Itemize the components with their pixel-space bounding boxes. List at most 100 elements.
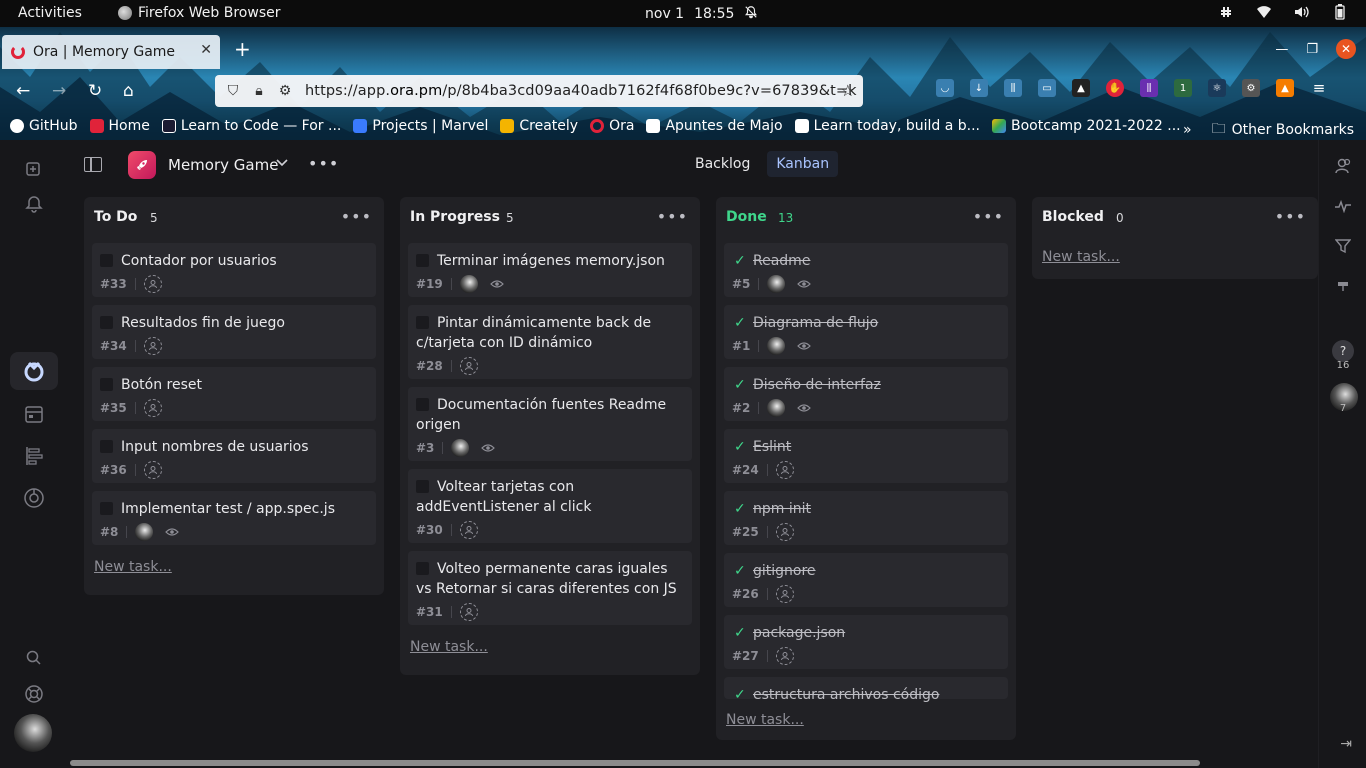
assign-user-icon[interactable] xyxy=(459,357,478,375)
bookmark-bootcamp[interactable]: Bootcamp 2021-2022 ... xyxy=(992,118,1181,134)
task-card[interactable]: Voltear tarjetas con addEventListener al… xyxy=(408,469,692,543)
assign-user-icon[interactable] xyxy=(143,461,162,479)
task-card[interactable]: ✓ estructura archivos código xyxy=(724,677,1008,703)
ublock-icon[interactable]: ✋ xyxy=(1106,79,1124,97)
new-task-link[interactable]: New task... xyxy=(94,559,172,575)
column-more-icon[interactable]: ••• xyxy=(657,207,688,226)
assign-user-icon[interactable] xyxy=(143,399,162,417)
task-card[interactable]: ✓ Readme #5 xyxy=(724,243,1008,297)
reader-icon[interactable]: ▭ xyxy=(1038,79,1056,97)
unassigned-users-icon[interactable]: ? xyxy=(1332,340,1354,362)
bookmark-apuntes[interactable]: Apuntes de Majo xyxy=(646,118,783,134)
pocket-icon[interactable]: ◡ xyxy=(936,79,954,97)
calendar-icon[interactable] xyxy=(22,402,46,426)
back-arrow-icon[interactable]: ← xyxy=(16,81,30,101)
bookmark-home[interactable]: Home xyxy=(89,118,150,134)
extension-orange-icon[interactable]: ▲ xyxy=(1276,79,1294,97)
task-card[interactable]: Volteo permanente caras iguales vs Retor… xyxy=(408,551,692,625)
assign-user-icon[interactable] xyxy=(143,275,162,293)
volume-icon[interactable] xyxy=(1294,4,1310,20)
assign-user-icon[interactable] xyxy=(143,337,162,355)
menu-icon[interactable]: ≡ xyxy=(1310,79,1328,97)
rocket-icon[interactable] xyxy=(128,151,156,179)
user-avatar[interactable] xyxy=(14,714,52,752)
task-card[interactable]: Terminar imágenes memory.json #19 xyxy=(408,243,692,297)
watch-eye-icon[interactable] xyxy=(489,279,504,289)
task-card[interactable]: ✓ gitignore #26 xyxy=(724,553,1008,607)
reports-icon[interactable] xyxy=(22,486,46,510)
clock[interactable]: nov 1 18:55 xyxy=(645,5,758,23)
assign-user-icon[interactable] xyxy=(775,647,794,665)
wifi-icon[interactable] xyxy=(1256,4,1272,20)
new-tab-button[interactable]: + xyxy=(234,37,251,61)
extension-badge-icon[interactable]: 1 xyxy=(1174,79,1192,97)
tab-kanban[interactable]: Kanban xyxy=(767,151,839,177)
watch-eye-icon[interactable] xyxy=(797,403,812,413)
library-icon[interactable]: ⫼ xyxy=(1004,79,1022,97)
task-card[interactable]: Resultados fin de juego #34 xyxy=(92,305,376,359)
assign-user-icon[interactable] xyxy=(775,523,794,541)
other-bookmarks[interactable]: » 🗀︎ Other Bookmarks xyxy=(1183,118,1354,140)
task-card[interactable]: ✓ npm init #25 xyxy=(724,491,1008,545)
activities-button[interactable]: Activities xyxy=(18,5,82,21)
ora-projects-icon[interactable] xyxy=(10,352,58,390)
task-card[interactable]: Contador por usuarios #33 xyxy=(92,243,376,297)
help-lifebuoy-icon[interactable] xyxy=(22,682,46,706)
minimize-icon[interactable]: — xyxy=(1275,42,1288,57)
task-card[interactable]: ✓ Eslint #24 xyxy=(724,429,1008,483)
bookmark-learn-today[interactable]: Learn today, build a b... xyxy=(794,118,980,134)
assignee-avatar[interactable] xyxy=(767,399,786,417)
bookmark-freecodecamp[interactable]: Learn to Code — For ... xyxy=(161,118,341,134)
url-text[interactable]: https://app.ora.pm/p/8b4ba3cd09aa40adb71… xyxy=(305,83,857,99)
collapse-panel-icon[interactable]: ⇥ xyxy=(1340,736,1352,752)
column-more-icon[interactable]: ••• xyxy=(973,207,1004,226)
task-card[interactable]: ✓ package.json #27 xyxy=(724,615,1008,669)
bookmark-star-icon[interactable]: ☆ xyxy=(841,81,855,100)
new-task-link[interactable]: New task... xyxy=(726,712,804,728)
new-task-icon[interactable] xyxy=(22,157,46,181)
new-task-link[interactable]: New task... xyxy=(410,639,488,655)
task-card[interactable]: Pintar dinámicamente back de c/tarjeta c… xyxy=(408,305,692,379)
system-tray[interactable] xyxy=(1218,4,1348,20)
sidebar-toggle-icon[interactable] xyxy=(84,157,102,172)
watch-eye-icon[interactable] xyxy=(797,279,812,289)
search-icon[interactable] xyxy=(22,646,46,670)
members-icon[interactable] xyxy=(1333,156,1353,176)
assignee-avatar[interactable] xyxy=(451,439,470,457)
url-bar[interactable]: ⛉ 🔒︎ ⚙ https://app.ora.pm/p/8b4ba3cd09aa… xyxy=(215,75,863,107)
window-close-icon[interactable]: ✕ xyxy=(1336,39,1356,59)
activity-icon[interactable] xyxy=(1333,196,1353,216)
forward-arrow-icon[interactable]: → xyxy=(52,81,66,101)
downloads-icon[interactable]: ↓ xyxy=(970,79,988,97)
react-devtools-icon[interactable]: ⚛ xyxy=(1208,79,1226,97)
bell-icon[interactable] xyxy=(22,192,46,216)
horizontal-scrollbar[interactable] xyxy=(70,760,1200,766)
chevron-down-icon[interactable] xyxy=(276,156,288,170)
task-card[interactable]: Input nombres de usuarios #36 xyxy=(92,429,376,483)
extension-purple-icon[interactable]: ⫼ xyxy=(1140,79,1158,97)
home-icon[interactable]: ⌂ xyxy=(123,81,134,101)
bookmark-github[interactable]: GitHub xyxy=(10,118,78,134)
maximize-icon[interactable]: ❐ xyxy=(1306,42,1318,57)
column-more-icon[interactable]: ••• xyxy=(1275,207,1306,226)
extension-dark-icon[interactable]: ▲ xyxy=(1072,79,1090,97)
watch-eye-icon[interactable] xyxy=(165,527,180,537)
task-card[interactable]: ✓ Diagrama de flujo #1 xyxy=(724,305,1008,359)
app-menu[interactable]: Firefox Web Browser xyxy=(118,5,281,21)
pin-icon[interactable] xyxy=(1333,276,1353,296)
watch-eye-icon[interactable] xyxy=(797,341,812,351)
task-card[interactable]: Botón reset #35 xyxy=(92,367,376,421)
settings-gear-icon[interactable]: ⚙ xyxy=(1242,79,1260,97)
assignee-avatar[interactable] xyxy=(459,275,478,293)
slack-icon[interactable] xyxy=(1218,4,1234,20)
bookmark-creately[interactable]: Creately xyxy=(500,118,578,134)
bookmark-ora[interactable]: Ora xyxy=(590,118,634,134)
chevrons-icon[interactable]: » xyxy=(1183,122,1192,138)
task-card[interactable]: Documentación fuentes Readme origen #3 xyxy=(408,387,692,461)
new-task-link[interactable]: New task... xyxy=(1042,249,1120,265)
task-card[interactable]: Implementar test / app.spec.js #8 xyxy=(92,491,376,545)
battery-icon[interactable] xyxy=(1332,4,1348,20)
assignee-avatar[interactable] xyxy=(767,337,786,355)
tab-backlog[interactable]: Backlog xyxy=(686,151,759,177)
lock-icon[interactable]: 🔒︎ xyxy=(251,83,267,99)
